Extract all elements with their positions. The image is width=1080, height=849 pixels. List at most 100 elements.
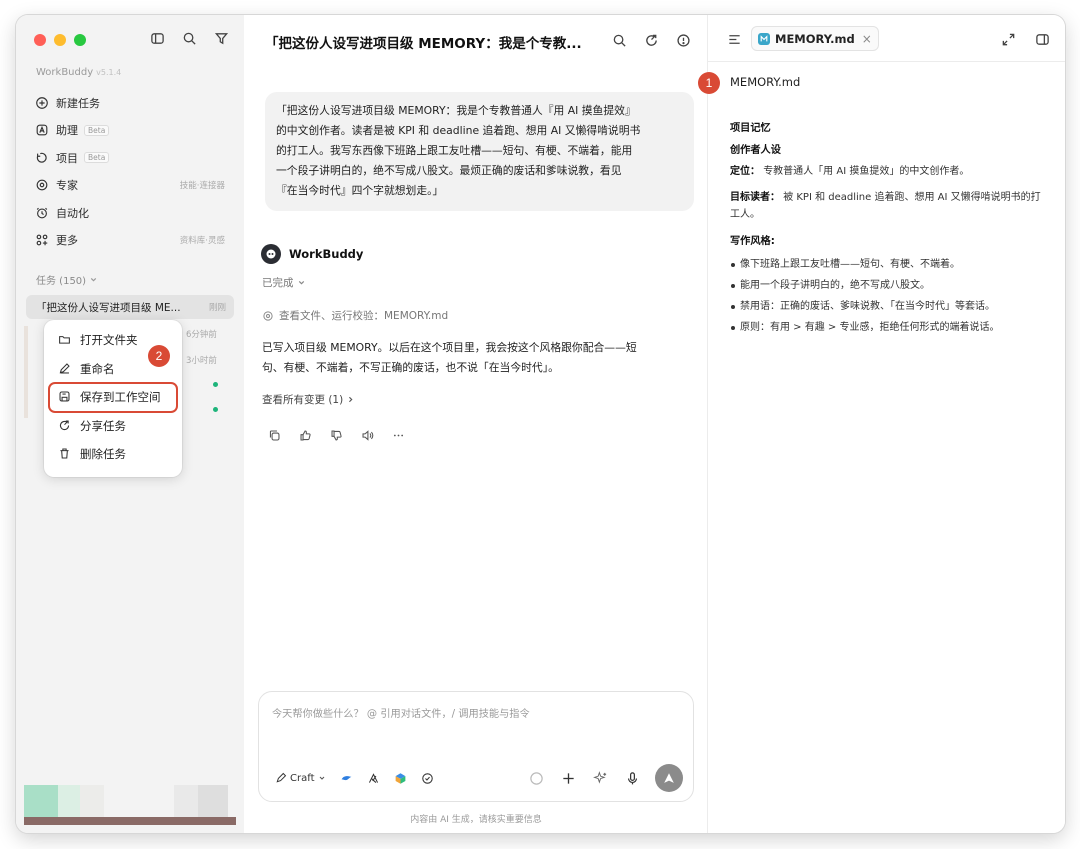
- chevron-right-icon: [349, 396, 353, 403]
- task-title: 「把这份人设写进项目级 ME...: [36, 301, 181, 314]
- app-window: WorkBuddy v5.1.4 新建任务 助理 Beta 项目 Beta 专家 …: [16, 15, 1065, 833]
- tasks-header[interactable]: 任务 (150): [36, 272, 98, 287]
- file-tab[interactable]: MEMORY.md ×: [751, 26, 879, 51]
- craft-mode-select[interactable]: Craft: [275, 772, 326, 784]
- cube-connector-icon[interactable]: [392, 769, 410, 787]
- message-line: 一个段子讲明白的，绝不写成八股文。最烦正确的废话和爹味说教，看见: [276, 164, 622, 177]
- expand-icon[interactable]: [999, 30, 1017, 48]
- nav-more[interactable]: 更多 资料库·灵感: [26, 227, 234, 255]
- add-icon[interactable]: [559, 769, 577, 787]
- task-status[interactable]: 已完成: [262, 275, 306, 290]
- nav-assistant[interactable]: 助理 Beta: [26, 117, 234, 145]
- chevron-down-icon: [90, 278, 97, 282]
- copy-icon[interactable]: [265, 426, 283, 444]
- file-preview-panel: MEMORY.md × MEMORY.md 项目记忆 创作者人设 定位： 专教普…: [708, 15, 1065, 833]
- app-version-line: WorkBuddy v5.1.4: [36, 67, 121, 78]
- nav-automation[interactable]: 自动化: [26, 199, 234, 227]
- microphone-icon[interactable]: [623, 769, 641, 787]
- search-icon[interactable]: [610, 31, 628, 49]
- loading-icon: [527, 769, 545, 787]
- tasks-header-label: 任务 (150): [36, 276, 87, 287]
- menu-label: 分享任务: [80, 418, 126, 433]
- sidebar-toolbar: [148, 29, 230, 47]
- doc-heading: 项目记忆: [730, 123, 771, 134]
- markdown-file-icon: [758, 32, 770, 45]
- menu-label: 打开文件夹: [80, 333, 138, 348]
- task-item-active[interactable]: 「把这份人设写进项目级 ME... 刚刚: [26, 295, 234, 319]
- tool-step[interactable]: 查看文件、运行校验：MEMORY.md: [262, 308, 448, 323]
- speaker-icon[interactable]: [358, 426, 376, 444]
- composer-toolbar: Craft: [275, 764, 683, 792]
- chat-title: 「把这份人设写进项目级 MEMORY：我是个专教...: [265, 36, 582, 52]
- bot-header: WorkBuddy: [261, 244, 363, 264]
- project-icon: [35, 151, 49, 165]
- nav-meta: 资料库·灵感: [179, 236, 225, 247]
- message-composer[interactable]: 今天帮你做些什么？ @ 引用对话文件，/ 调用技能与指令 Craft: [258, 691, 694, 802]
- nav-project[interactable]: 项目 Beta: [26, 144, 234, 172]
- share-icon[interactable]: [642, 31, 660, 49]
- zoom-window-button[interactable]: [74, 34, 86, 46]
- menu-label: 保存到工作空间: [80, 390, 161, 405]
- assistant-icon: [35, 123, 49, 137]
- nav-label: 新建任务: [56, 96, 100, 110]
- edit-icon: [58, 362, 72, 376]
- list-item: 禁用语：正确的废话、爹味说教、「在当今时代」等套话。: [730, 296, 1048, 317]
- menu-save-to-workspace[interactable]: 保存到工作空间: [48, 382, 178, 413]
- doc-heading: 写作风格:: [730, 236, 775, 247]
- close-window-button[interactable]: [34, 34, 46, 46]
- filter-icon[interactable]: [212, 29, 230, 47]
- document-filename: MEMORY.md: [730, 75, 801, 89]
- doc-label: 目标读者：: [730, 192, 780, 203]
- view-changes-label: 查看所有变更 (1): [262, 394, 344, 406]
- file-tab-label: MEMORY.md: [775, 31, 855, 46]
- bot-reply: 已写入项目级 MEMORY。以后在这个项目里，我会按这个风格跟你配合——短 句、…: [262, 338, 692, 378]
- thumbs-up-icon[interactable]: [296, 426, 314, 444]
- bird-connector-icon[interactable]: [338, 769, 356, 787]
- toggle-panel-icon[interactable]: [1033, 30, 1051, 48]
- unread-dot: [213, 382, 218, 387]
- nav-expert[interactable]: 专家 技能·连接器: [26, 172, 234, 200]
- style-list: 像下班路上跟工友吐槽——短句、有梗、不端着。 能用一个段子讲明白的，绝不写成八股…: [730, 254, 1048, 338]
- view-changes-link[interactable]: 查看所有变更 (1): [262, 392, 355, 407]
- beta-badge: Beta: [84, 152, 110, 164]
- nav-label: 专家: [56, 179, 78, 193]
- thumbs-down-icon[interactable]: [327, 426, 345, 444]
- connector-icons: [338, 769, 437, 787]
- doc-paragraph-readers: 目标读者： 被 KPI 和 deadline 追着跑、想用 AI 又懒得啃说明书…: [730, 189, 1048, 223]
- composer-input[interactable]: 今天帮你做些什么？ @ 引用对话文件，/ 调用技能与指令: [272, 705, 530, 720]
- craft-label: Craft: [290, 772, 315, 784]
- more-horizontal-icon[interactable]: [389, 426, 407, 444]
- menu-delete-task[interactable]: 删除任务: [49, 440, 177, 469]
- doc-text: 专教普通人「用 AI 摸鱼提效」的中文创作者。: [763, 166, 970, 177]
- menu-icon[interactable]: [725, 30, 743, 48]
- search-icon[interactable]: [180, 29, 198, 47]
- nav-new-task[interactable]: 新建任务: [26, 89, 234, 117]
- task-context-menu: 打开文件夹 重命名 保存到工作空间 分享任务 删除任务: [44, 320, 182, 477]
- sparkle-icon[interactable]: [591, 769, 609, 787]
- arrow-up-icon: [664, 773, 674, 783]
- send-button[interactable]: [655, 764, 683, 792]
- toggle-sidebar-icon[interactable]: [148, 29, 166, 47]
- task-time: 3小时前: [186, 356, 217, 366]
- menu-share-task[interactable]: 分享任务: [49, 412, 177, 441]
- info-icon[interactable]: [674, 31, 692, 49]
- close-tab-icon[interactable]: ×: [862, 32, 872, 46]
- composer-actions: [527, 764, 683, 792]
- beta-badge: Beta: [84, 124, 110, 136]
- pen-icon: [276, 772, 287, 783]
- expert-icon: [35, 178, 49, 192]
- nav-meta: 技能·连接器: [179, 181, 225, 192]
- shield-check-icon[interactable]: [419, 769, 437, 787]
- nav-label: 项目: [56, 151, 78, 165]
- panel-toolbar: [999, 30, 1051, 48]
- doc-heading: 创作者人设: [730, 145, 781, 156]
- message-line: 的中文创作者。读者是被 KPI 和 deadline 追着跑、想用 AI 又懒得…: [276, 124, 641, 137]
- reply-line: 已写入项目级 MEMORY。以后在这个项目里，我会按这个风格跟你配合——短: [262, 341, 637, 354]
- minimize-window-button[interactable]: [54, 34, 66, 46]
- blurred-task-area: [24, 326, 28, 418]
- message-line: 『在当今时代』四个字就想划走。」: [276, 184, 444, 197]
- trash-icon: [58, 447, 72, 461]
- task-time: 刚刚: [208, 303, 226, 313]
- pipeline-connector-icon[interactable]: [365, 769, 383, 787]
- message-line: 「把这份人设写进项目级 MEMORY：我是个专教普通人『用 AI 摸鱼提效』: [276, 104, 636, 117]
